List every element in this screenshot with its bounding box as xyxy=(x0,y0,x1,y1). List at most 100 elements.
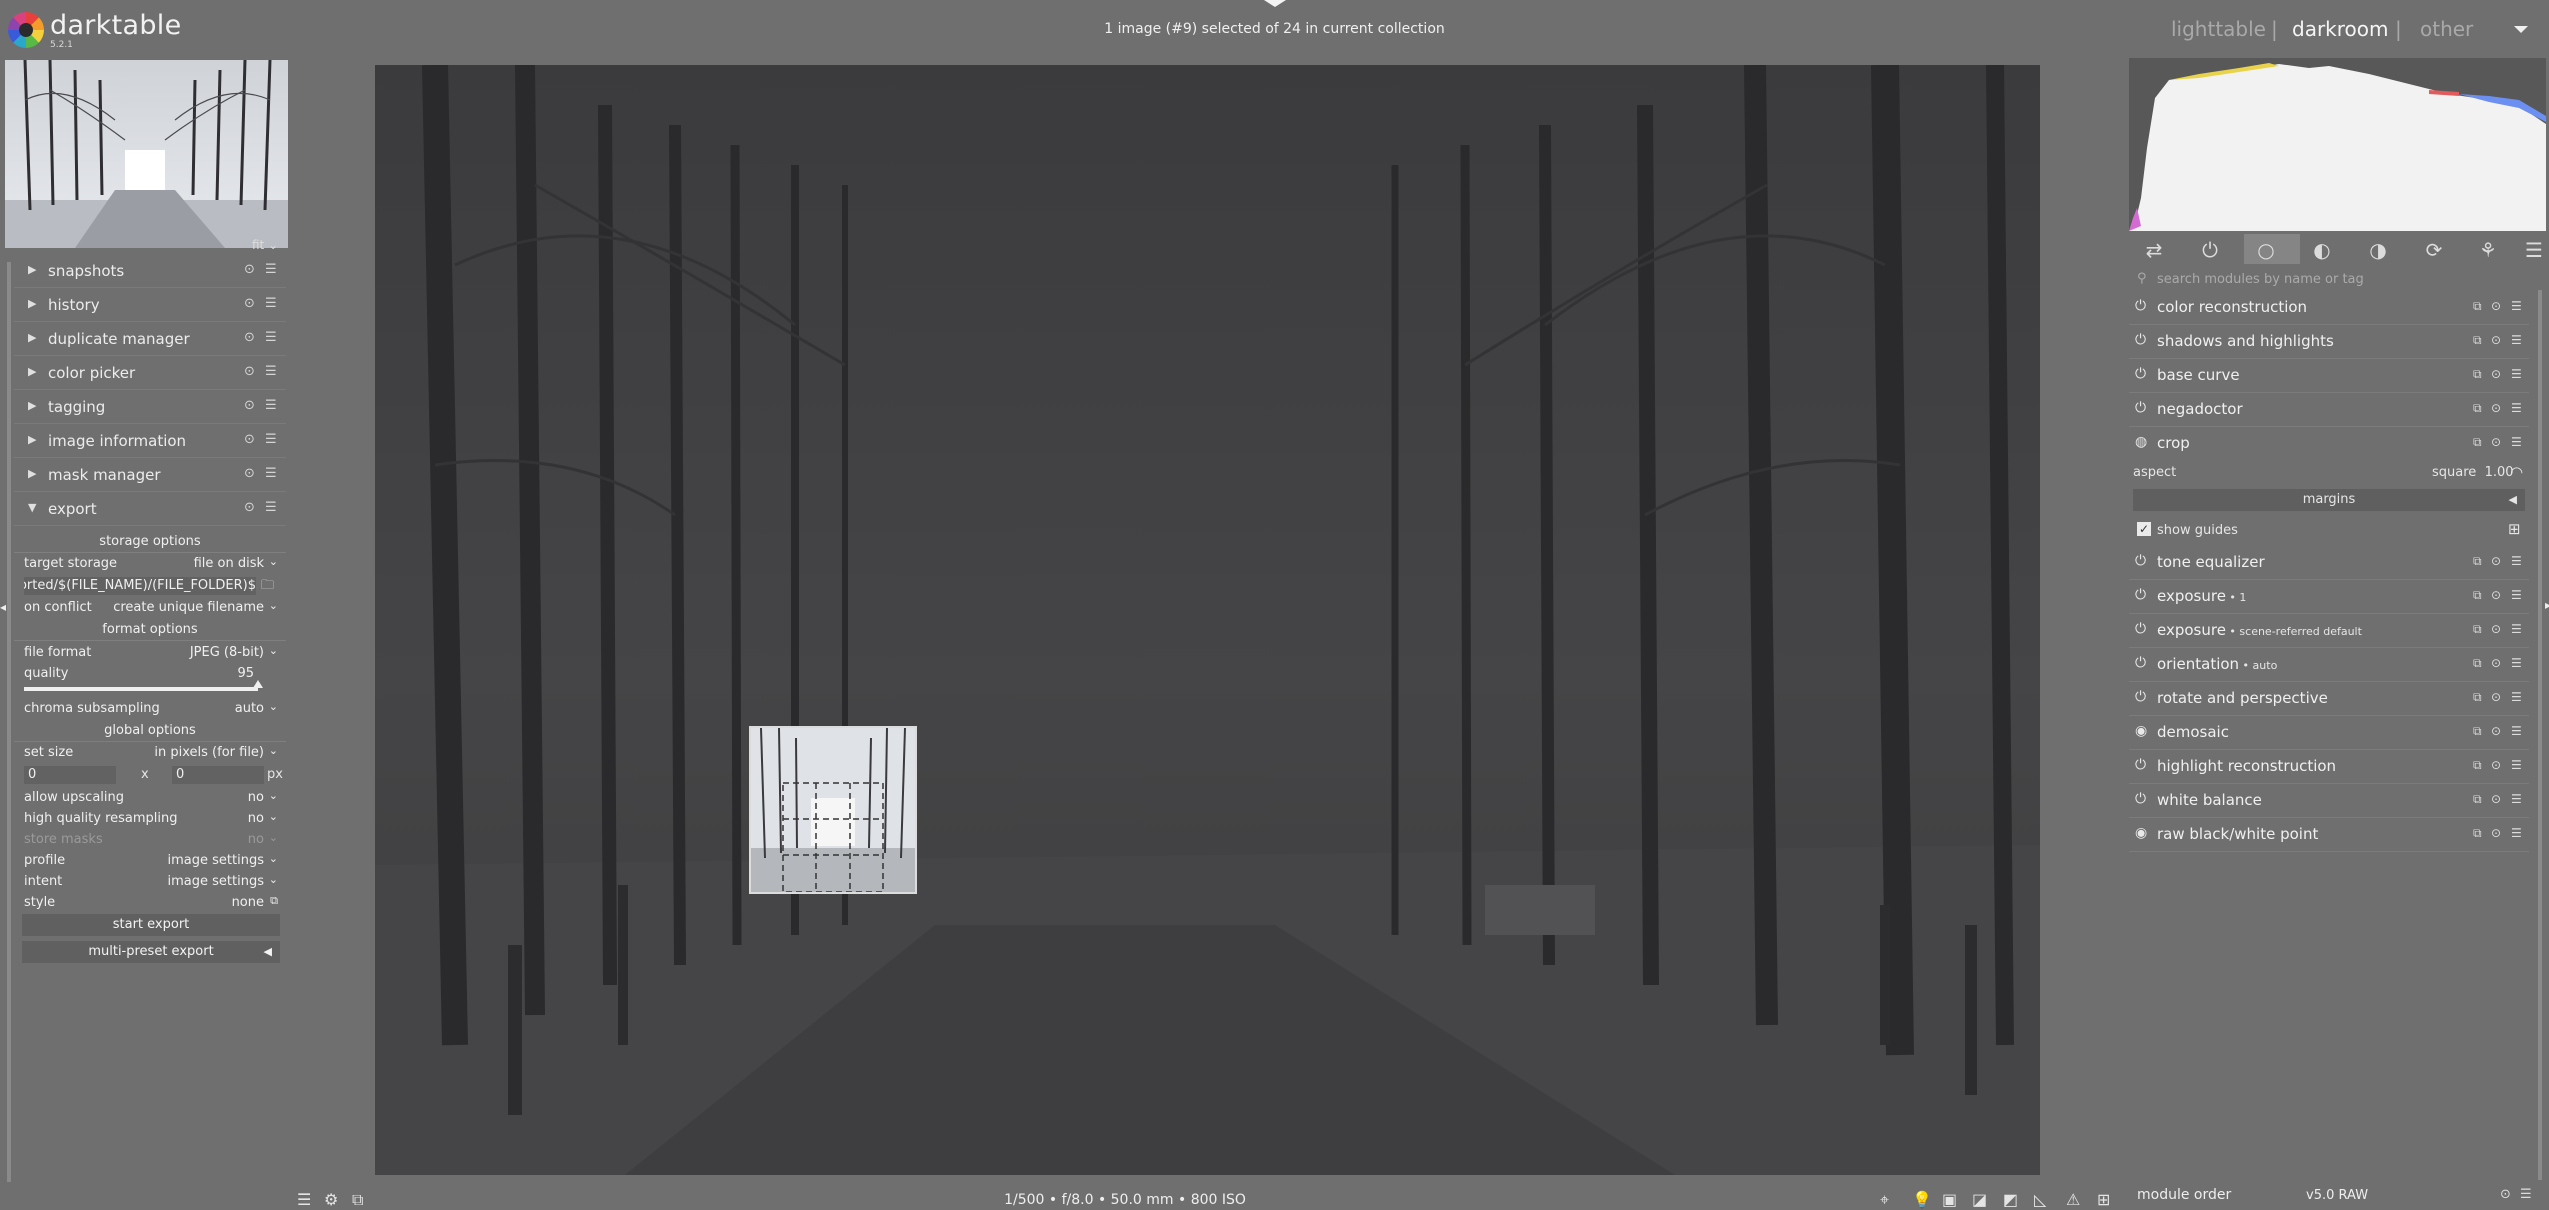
power-icon[interactable]: ⏻ xyxy=(2135,553,2146,569)
allow-upscaling-select[interactable]: allow upscaling no ⌄ xyxy=(24,788,278,808)
show-guides-checkbox[interactable]: ✓ xyxy=(2137,522,2151,536)
color-tab-icon[interactable]: ◑ xyxy=(2358,238,2398,262)
module-demosaic[interactable]: ◉ demosaic ⧉ ⊙ ☰ xyxy=(2129,716,2529,750)
module-negadoctor[interactable]: ⏻ negadoctor ⧉ ⊙ ☰ xyxy=(2129,393,2529,427)
crop-preview-overlay[interactable] xyxy=(749,726,917,894)
reset-icon[interactable]: ⊙ xyxy=(2491,690,2501,704)
presets-icon[interactable]: ☰ xyxy=(265,364,277,379)
guides-grid-icon[interactable]: ⊞ xyxy=(2508,520,2521,538)
power-icon[interactable]: ⏻ xyxy=(2135,332,2146,348)
power-icon[interactable]: ⏻ xyxy=(2135,791,2146,807)
module-color-reconstruction[interactable]: ⏻ color reconstruction ⧉ ⊙ ☰ xyxy=(2129,291,2529,325)
main-image-canvas[interactable] xyxy=(375,65,2040,1175)
reset-icon[interactable]: ⊙ xyxy=(2491,656,2501,670)
quality-slider[interactable] xyxy=(24,687,258,691)
swap-orientation-icon[interactable]: ◠ xyxy=(2510,463,2523,481)
module-highlight-reconstruction[interactable]: ⏻ highlight reconstruction ⧉ ⊙ ☰ xyxy=(2129,750,2529,784)
module-tone-equalizer[interactable]: ⏻ tone equalizer ⧉ ⊙ ☰ xyxy=(2129,546,2529,580)
multi-instance-icon[interactable]: ⧉ xyxy=(2473,435,2482,450)
module-tagging[interactable]: ▶ tagging ⊙ ☰ xyxy=(14,390,286,424)
power-icon[interactable]: ⏻ xyxy=(2135,366,2146,382)
multi-instance-icon[interactable]: ⧉ xyxy=(2473,299,2482,314)
module-white-balance[interactable]: ⏻ white balance ⧉ ⊙ ☰ xyxy=(2129,784,2529,818)
presets-icon[interactable]: ☰ xyxy=(2511,622,2522,636)
reset-icon[interactable]: ⊙ xyxy=(2491,792,2501,806)
module-crop[interactable]: ◍ crop ⧉ ⊙ ☰ xyxy=(2129,427,2529,460)
correct-tab-icon[interactable]: ⟳ xyxy=(2414,238,2454,262)
collapse-top-panel-arrow-icon[interactable] xyxy=(1264,0,1286,7)
multi-instance-icon[interactable]: ⧉ xyxy=(2473,656,2482,671)
zoom-fit-dropdown[interactable]: fit ⌄ xyxy=(252,238,278,252)
presets-icon[interactable]: ☰ xyxy=(2511,792,2522,806)
clipping-indicator-icon[interactable]: ◪ xyxy=(1972,1190,1987,1209)
presets-icon[interactable]: ☰ xyxy=(2511,724,2522,738)
quick-access-tab-icon[interactable]: ⇄ xyxy=(2134,238,2174,262)
collapse-right-panel-icon[interactable]: ▸ xyxy=(2545,598,2549,612)
module-exposure-1[interactable]: ⏻ exposure • 1 ⧉ ⊙ ☰ xyxy=(2129,580,2529,614)
multi-instance-icon[interactable]: ⧉ xyxy=(2473,401,2482,416)
navigation-thumbnail[interactable] xyxy=(5,60,288,248)
presets-icon[interactable]: ☰ xyxy=(2511,299,2522,313)
reset-icon[interactable]: ⊙ xyxy=(2491,554,2501,568)
focus-peaking-icon[interactable]: ⌖ xyxy=(1880,1190,1889,1210)
power-icon[interactable]: ⏻ xyxy=(2135,298,2146,314)
module-shadows-and-highlights[interactable]: ⏻ shadows and highlights ⧉ ⊙ ☰ xyxy=(2129,325,2529,359)
module-mask-manager[interactable]: ▶ mask manager ⊙ ☰ xyxy=(14,458,286,492)
set-size-select[interactable]: set size in pixels (for file) ⌄ xyxy=(24,743,278,763)
reset-icon[interactable]: ⊙ xyxy=(2491,724,2501,738)
module-rotate-and-perspective[interactable]: ⏻ rotate and perspective ⧉ ⊙ ☰ xyxy=(2129,682,2529,716)
guides-icon[interactable]: ⊞ xyxy=(2097,1190,2110,1209)
softproof-icon[interactable]: ◩ xyxy=(2003,1190,2018,1209)
reset-icon[interactable]: ⊙ xyxy=(2500,1187,2511,1202)
folder-icon[interactable]: 🗀 xyxy=(261,576,274,598)
active-modules-power-icon[interactable]: ⏻ xyxy=(2190,238,2230,262)
quick-access-menu-icon[interactable]: ☰ xyxy=(297,1190,311,1209)
module-groups-menu-icon[interactable]: ☰ xyxy=(2514,238,2549,262)
multi-instance-icon[interactable]: ⧉ xyxy=(2473,690,2482,705)
profile-select[interactable]: profile image settings ⌄ xyxy=(24,851,278,871)
second-window-icon[interactable]: ⧉ xyxy=(352,1190,363,1210)
reset-icon[interactable]: ⊙ xyxy=(2491,826,2501,840)
view-other-link[interactable]: other xyxy=(2420,17,2473,41)
presets-icon[interactable]: ☰ xyxy=(2511,656,2522,670)
module-image-information[interactable]: ▶ image information ⊙ ☰ xyxy=(14,424,286,458)
multi-instance-icon[interactable]: ⧉ xyxy=(2473,367,2482,382)
warning-icon[interactable]: ⚠ xyxy=(2066,1190,2080,1209)
reset-icon[interactable]: ⊙ xyxy=(244,466,255,481)
right-scrollbar[interactable] xyxy=(2538,290,2542,1180)
power-icon[interactable]: ⏻ xyxy=(2135,400,2146,416)
module-base-curve[interactable]: ⏻ base curve ⧉ ⊙ ☰ xyxy=(2129,359,2529,393)
style-select[interactable]: style none ⧉ xyxy=(24,893,278,913)
reset-icon[interactable]: ⊙ xyxy=(2491,588,2501,602)
reset-icon[interactable]: ⊙ xyxy=(244,500,255,515)
power-icon[interactable]: ⏻ xyxy=(2135,655,2146,671)
presets-icon[interactable]: ☰ xyxy=(2511,401,2522,415)
module-exposure-default[interactable]: ⏻ exposure • scene-referred default ⧉ ⊙ ☰ xyxy=(2129,614,2529,648)
reset-icon[interactable]: ⊙ xyxy=(2491,622,2501,636)
margins-section[interactable]: margins ◀ xyxy=(2133,489,2525,511)
histogram[interactable] xyxy=(2129,58,2546,231)
power-icon[interactable]: ⏻ xyxy=(2135,587,2146,603)
multi-instance-icon[interactable]: ⧉ xyxy=(2473,724,2482,739)
presets-icon[interactable]: ☰ xyxy=(2511,554,2522,568)
gamut-check-icon[interactable]: ◺ xyxy=(2034,1190,2046,1209)
presets-icon[interactable]: ☰ xyxy=(2511,333,2522,347)
views-dropdown-icon[interactable] xyxy=(2514,26,2528,33)
hq-resampling-select[interactable]: high quality resampling no ⌄ xyxy=(24,809,278,829)
presets-icon[interactable]: ☰ xyxy=(2520,1187,2532,1202)
presets-icon[interactable]: ☰ xyxy=(2511,367,2522,381)
reset-icon[interactable]: ⊙ xyxy=(244,330,255,345)
intent-select[interactable]: intent image settings ⌄ xyxy=(24,872,278,892)
presets-icon[interactable]: ☰ xyxy=(265,262,277,277)
start-export-button[interactable]: start export xyxy=(22,914,280,936)
reset-icon[interactable]: ⊙ xyxy=(2491,435,2501,449)
reset-icon[interactable]: ⊙ xyxy=(244,398,255,413)
reset-icon[interactable]: ⊙ xyxy=(244,296,255,311)
reset-icon[interactable]: ⊙ xyxy=(244,262,255,277)
power-icon[interactable]: ⏻ xyxy=(2135,689,2146,705)
module-search-input[interactable]: ⚲ search modules by name or tag xyxy=(2129,270,2546,290)
color-assessment-icon[interactable]: 💡 xyxy=(1912,1190,1932,1209)
presets-icon[interactable]: ☰ xyxy=(2511,690,2522,704)
styles-icon[interactable]: ⚙ xyxy=(324,1190,338,1209)
module-snapshots[interactable]: ▶ snapshots ⊙ ☰ xyxy=(14,254,286,288)
